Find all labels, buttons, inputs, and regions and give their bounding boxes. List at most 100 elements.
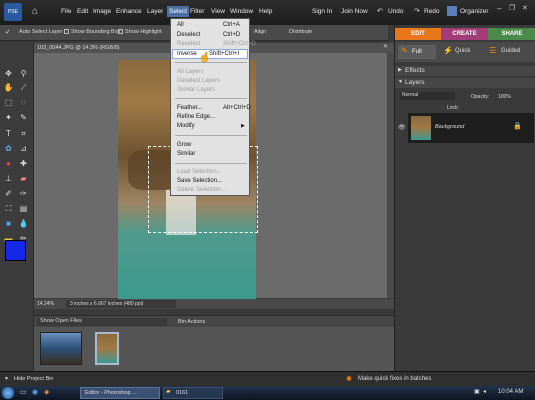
join-now-link[interactable]: Join Now (341, 8, 368, 15)
tab-edit[interactable]: EDIT (395, 28, 441, 40)
shortcut-reselect: Shift+Ctrl+D (223, 41, 256, 47)
toolbox: ✥ ⚲ ✋ ⟋ ⬚ ◌ ✦ ✎ T ⌗ ✿ ⊿ ● ✚ ⊥ ▰ ✐ ✑ ⛶ ▤ … (0, 42, 34, 370)
quick-launch-icon[interactable]: ▭ (20, 388, 27, 396)
marquee-tool-icon[interactable]: ⬚ (3, 97, 14, 108)
bin-thumbnail[interactable] (40, 332, 82, 365)
tab-share[interactable]: SHARE (488, 28, 535, 40)
type-tool-icon[interactable]: T (3, 128, 14, 139)
menu-enhance[interactable]: Enhance (116, 8, 142, 15)
undo-button[interactable]: Undo (388, 8, 404, 15)
guided-mode-button[interactable]: Guided (501, 48, 520, 54)
hide-project-bin-button[interactable]: Hide Project Bin (14, 376, 53, 382)
magic-wand-tool-icon[interactable]: ✦ (3, 112, 14, 123)
layers-panel-header[interactable]: Layers (395, 78, 535, 88)
organizer-icon (447, 6, 457, 16)
opacity-label: Opacity: (471, 94, 490, 100)
menu-select[interactable]: Select (167, 6, 190, 17)
show-highlight-checkbox[interactable] (118, 29, 123, 35)
selection-brush-icon[interactable]: ✎ (18, 112, 29, 123)
eye-icon[interactable]: 👁 (398, 124, 406, 131)
menu-item-feather[interactable]: Feather... (177, 105, 202, 111)
zoom-tool-icon[interactable]: ⚲ (18, 68, 29, 79)
hand-tool-icon[interactable]: ✋ (3, 82, 14, 93)
menu-window[interactable]: Window (230, 8, 253, 15)
foreground-color-swatch[interactable] (5, 240, 26, 261)
triangle-down-icon: ▼ (4, 376, 9, 382)
brush-tool-icon[interactable]: ✐ (3, 188, 14, 199)
show-highlight-label[interactable]: Show Highlight (118, 29, 162, 35)
checkmark-icon: ✓ (5, 29, 11, 36)
menu-item-all[interactable]: All (177, 22, 184, 28)
tab-create[interactable]: CREATE (441, 28, 488, 40)
paint-bucket-icon[interactable]: ⛶ (3, 203, 14, 214)
menu-item-reselect: Reselect (177, 41, 201, 47)
straighten-tool-icon[interactable]: ⊿ (18, 143, 29, 154)
blur-tool-icon[interactable]: 💧 (18, 218, 29, 229)
close-icon[interactable]: ✕ (522, 4, 528, 12)
menu-item-save-selection[interactable]: Save Selection... (177, 178, 222, 184)
folder-icon: ▰ (166, 389, 171, 395)
canvas-scrollbar[interactable] (387, 53, 394, 298)
quick-launch-icon[interactable]: ◈ (44, 388, 49, 396)
opacity-value[interactable]: 100% (498, 94, 511, 100)
red-eye-tool-icon[interactable]: ● (3, 158, 14, 169)
document-info[interactable]: 3 inches x 6.667 inches (480 ppi) (66, 300, 176, 308)
crop-tool-icon[interactable]: ⌗ (18, 128, 29, 139)
align-label[interactable]: Align (254, 29, 266, 35)
menu-filter[interactable]: Filter (190, 8, 204, 15)
menu-file[interactable]: File (61, 8, 71, 15)
menu-item-deselect[interactable]: Deselect (177, 32, 200, 38)
lasso-tool-icon[interactable]: ◌ (18, 97, 29, 108)
tray-network-icon: ▣ (474, 389, 480, 395)
move-tool-icon[interactable]: ✥ (3, 68, 14, 79)
start-button-icon[interactable] (2, 387, 14, 399)
clone-stamp-icon[interactable]: ⊥ (3, 173, 14, 184)
quick-mode-button[interactable]: Quick (455, 48, 470, 54)
bin-thumbnail[interactable] (95, 332, 119, 365)
shape-tool-icon[interactable]: ■ (3, 218, 14, 229)
layer-row[interactable]: Background 🔒 (408, 113, 534, 143)
submenu-arrow-icon: ▶ (241, 123, 245, 129)
auto-select-label[interactable]: Auto Select Layer (19, 29, 62, 35)
restore-icon[interactable]: ❐ (509, 4, 515, 12)
bin-actions-menu[interactable]: Bin Actions (178, 319, 205, 325)
blend-mode-select[interactable]: Normal (400, 92, 455, 100)
eyedropper-tool-icon[interactable]: ⟋ (18, 82, 29, 93)
show-bounding-label[interactable]: Show Bounding Box (64, 29, 121, 35)
menu-help[interactable]: Help (259, 8, 272, 15)
shortcut-inverse: Shift+Ctrl+I (209, 51, 240, 57)
menu-item-grow[interactable]: Grow (177, 142, 191, 148)
menu-image[interactable]: Image (93, 8, 111, 15)
show-open-files-select[interactable]: Show Open Files (37, 318, 167, 326)
eraser-tool-icon[interactable]: ▰ (18, 173, 29, 184)
home-icon[interactable]: ⌂ (32, 6, 44, 18)
menu-item-inverse[interactable]: Inverse (177, 51, 197, 57)
sign-in-link[interactable]: Sign In (312, 8, 332, 15)
gradient-tool-icon[interactable]: ▤ (18, 203, 29, 214)
menu-item-refine-edge[interactable]: Refine Edge... (177, 114, 215, 120)
healing-brush-icon[interactable]: ✚ (18, 158, 29, 169)
taskbar-folder-button[interactable]: 0161 (163, 387, 223, 399)
close-document-icon[interactable]: ✕ (383, 43, 388, 50)
quick-fix-hint[interactable]: Make quick fixes in batches (358, 376, 431, 382)
menu-item-delete-selection: Delete Selection... (177, 187, 226, 193)
taskbar-editor-button[interactable]: Editor - Photoshop ... (80, 387, 160, 399)
cookie-cutter-icon[interactable]: ✿ (3, 143, 14, 154)
clock[interactable]: 10:04 AM (498, 389, 523, 395)
menu-item-similar[interactable]: Similar (177, 151, 195, 157)
menu-edit[interactable]: Edit (77, 8, 88, 15)
menu-view[interactable]: View (211, 8, 225, 15)
layer-name[interactable]: Background (435, 124, 464, 130)
quick-launch-icon[interactable]: ◉ (32, 388, 38, 396)
menu-layer[interactable]: Layer (147, 8, 163, 15)
redo-icon[interactable]: ↷ (414, 7, 420, 15)
menu-item-modify[interactable]: Modify (177, 123, 195, 129)
show-bounding-checkbox[interactable] (64, 29, 69, 35)
minimize-icon[interactable]: – (497, 4, 501, 13)
distribute-label[interactable]: Distribute (289, 29, 312, 35)
organizer-button[interactable]: Organizer (460, 8, 489, 15)
smart-brush-icon[interactable]: ✑ (18, 188, 29, 199)
undo-icon[interactable]: ↶ (377, 7, 383, 15)
effects-panel-header[interactable]: Effects (395, 66, 535, 76)
redo-button[interactable]: Redo (424, 8, 440, 15)
